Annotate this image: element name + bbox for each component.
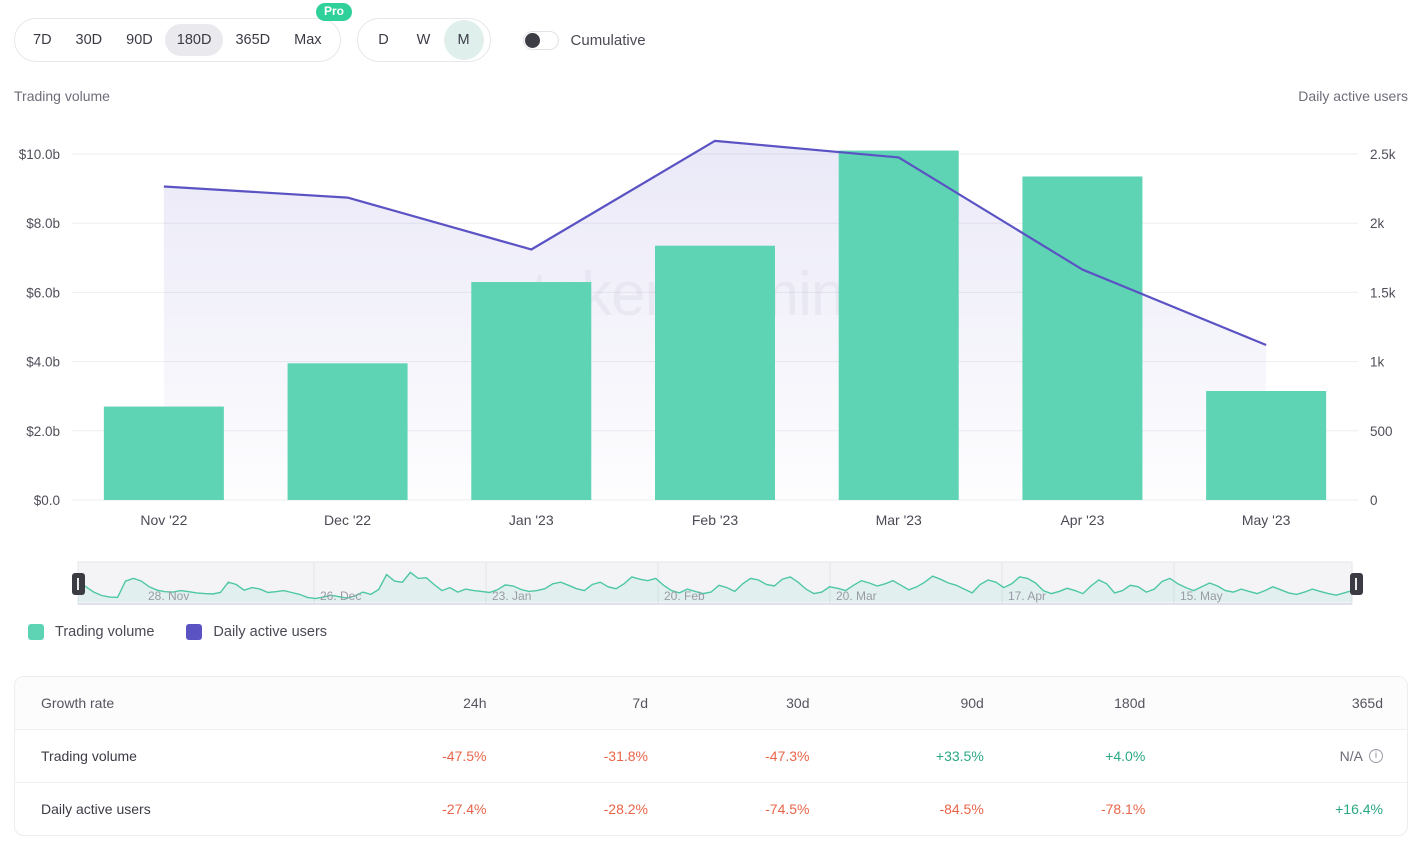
cumulative-label: Cumulative (570, 31, 646, 49)
table-header-30d: 30d (648, 677, 810, 730)
navigator-tick: 23. Jan (492, 589, 531, 603)
navigator-tick: 15. May (1180, 589, 1223, 603)
table-body: Trading volume -47.5% -31.8% -47.3% +33.5% +4… (15, 729, 1407, 836)
x-tick-label: May '23 (1242, 512, 1291, 528)
combo-chart: tokenterminal $10.0b$8.0b$6.0b$4.0b$2.0b… (0, 120, 1422, 540)
range-option-max[interactable]: Max (282, 24, 333, 56)
legend-swatch-icon (186, 624, 203, 640)
bar-2[interactable] (471, 282, 592, 500)
range-option-30d[interactable]: 30D (64, 24, 115, 56)
chart-legend: Trading volume Daily active users (28, 624, 349, 640)
table-header-7d: 7d (486, 677, 648, 730)
navigator-tick: 17. Apr (1008, 589, 1046, 603)
toggle-track[interactable] (522, 30, 559, 50)
granularity-option-d[interactable]: D (364, 20, 404, 60)
growth-cell: -84.5% (939, 801, 984, 817)
x-tick-label: Mar '23 (876, 512, 922, 528)
table-row: Daily active users -27.4% -28.2% -74.5% -84.… (15, 783, 1407, 836)
right-tick-label: 0 (1370, 493, 1378, 508)
range-option-90d[interactable]: 90D (114, 24, 165, 56)
navigator-tick: 20. Feb (664, 589, 705, 603)
legend-item-0[interactable]: Trading volume (28, 624, 154, 640)
legend-label: Daily active users (213, 624, 328, 640)
table-header-row: Growth rate 24h 7d 30d 90d 180d 365d (15, 677, 1407, 730)
row-label: Trading volume (15, 729, 325, 783)
left-axis-ticks: $10.0b $8.0b $6.0b $4.0b $2.0b $0.0 (19, 147, 60, 508)
bar-1[interactable] (287, 363, 408, 500)
legend-swatch-icon (28, 624, 44, 640)
table-header-90d: 90d (809, 677, 984, 730)
growth-cell: -31.8% (486, 729, 648, 783)
chart-page: 7D 30D 90D 180D 365D Max Pro DWM Cumulative T… (0, 0, 1422, 857)
growth-cell: -47.3% (648, 729, 810, 783)
bar-3[interactable] (655, 245, 775, 500)
left-tick-label: $2.0b (26, 424, 60, 439)
left-axis-caption: Trading volume (14, 88, 110, 104)
navigator-tick: 20. Mar (836, 589, 877, 603)
right-tick-label: 1.5k (1370, 285, 1396, 300)
range-navigator[interactable]: 28. Nov 26. Dec 23. Jan 20. Feb 20. Mar 17. A… (72, 558, 1363, 608)
x-tick-label: Nov '22 (140, 512, 187, 528)
left-tick-label: $4.0b (26, 355, 60, 370)
growth-cell: N/A i (1145, 729, 1407, 783)
pro-badge[interactable]: Pro (316, 3, 353, 22)
info-icon[interactable]: i (1369, 749, 1383, 763)
chart-controls: 7D 30D 90D 180D 365D Max Pro DWM Cumulative (0, 0, 1422, 80)
growth-rate-table: Growth rate 24h 7d 30d 90d 180d 365d Trading v… (14, 676, 1408, 836)
table-row: Trading volume -47.5% -31.8% -47.3% +33.5% +4… (15, 729, 1407, 783)
cumulative-toggle[interactable]: Cumulative (522, 30, 646, 50)
growth-cell: +4.0% (983, 729, 1146, 783)
navigator-tick: 26. Dec (320, 589, 361, 603)
range-selector[interactable]: 7D 30D 90D 180D 365D Max (14, 18, 341, 62)
navigator-tick: 28. Nov (148, 589, 189, 603)
bar-0[interactable] (103, 406, 224, 500)
left-tick-label: $0.0 (34, 493, 60, 508)
left-tick-label: $8.0b (26, 216, 60, 231)
range-option-7d[interactable]: 7D (21, 24, 64, 56)
growth-cell: +33.5% (809, 729, 984, 783)
growth-cell: -27.4% (442, 801, 487, 817)
granularity-selector[interactable]: DWM (356, 18, 491, 62)
x-tick-label: Jan '23 (509, 512, 554, 528)
growth-cell: -78.1% (1100, 801, 1146, 817)
left-tick-label: $10.0b (19, 147, 60, 162)
table-header-24h: 24h (325, 677, 487, 730)
x-tick-label: Feb '23 (692, 512, 738, 528)
growth-cell: -28.2% (603, 801, 648, 817)
range-option-365d[interactable]: 365D (223, 24, 282, 56)
table-header-title: Growth rate (15, 677, 325, 730)
right-tick-label: 2k (1370, 216, 1385, 231)
x-axis-ticks: Nov '22 Dec '22 Jan '23 Feb '23 Mar '23 Apr '… (140, 512, 1290, 528)
legend-label: Trading volume (55, 624, 155, 640)
table-header-180d: 180d (983, 677, 1146, 730)
right-tick-label: 500 (1370, 424, 1393, 439)
left-tick-label: $6.0b (26, 285, 60, 300)
legend-item-1[interactable]: Daily active users (186, 624, 327, 640)
navigator-handle-right[interactable] (1350, 573, 1363, 595)
right-tick-label: 2.5k (1370, 147, 1396, 162)
growth-cell: -47.5% (325, 729, 487, 783)
toggle-knob (524, 32, 540, 48)
bar-6[interactable] (1206, 391, 1327, 500)
range-option-180d[interactable]: 180D (164, 24, 224, 56)
bar-4[interactable] (838, 150, 959, 500)
right-axis-ticks: 2.5k 2k 1.5k 1k 500 0 (1370, 147, 1396, 508)
x-tick-label: Dec '22 (324, 512, 371, 528)
right-tick-label: 1k (1370, 355, 1385, 370)
granularity-option-w[interactable]: W (404, 20, 444, 60)
na-value: N/A i (1340, 748, 1383, 764)
right-axis-caption: Daily active users (1298, 88, 1408, 104)
navigator-handle-left[interactable] (72, 573, 85, 595)
bar-5[interactable] (1022, 176, 1143, 501)
x-tick-label: Apr '23 (1060, 512, 1104, 528)
growth-cell: +16.4% (1335, 801, 1383, 817)
table-header-365d: 365d (1145, 677, 1407, 730)
growth-cell: -74.5% (765, 801, 810, 817)
row-label: Daily active users (41, 801, 151, 817)
granularity-option-m[interactable]: M (443, 20, 484, 60)
